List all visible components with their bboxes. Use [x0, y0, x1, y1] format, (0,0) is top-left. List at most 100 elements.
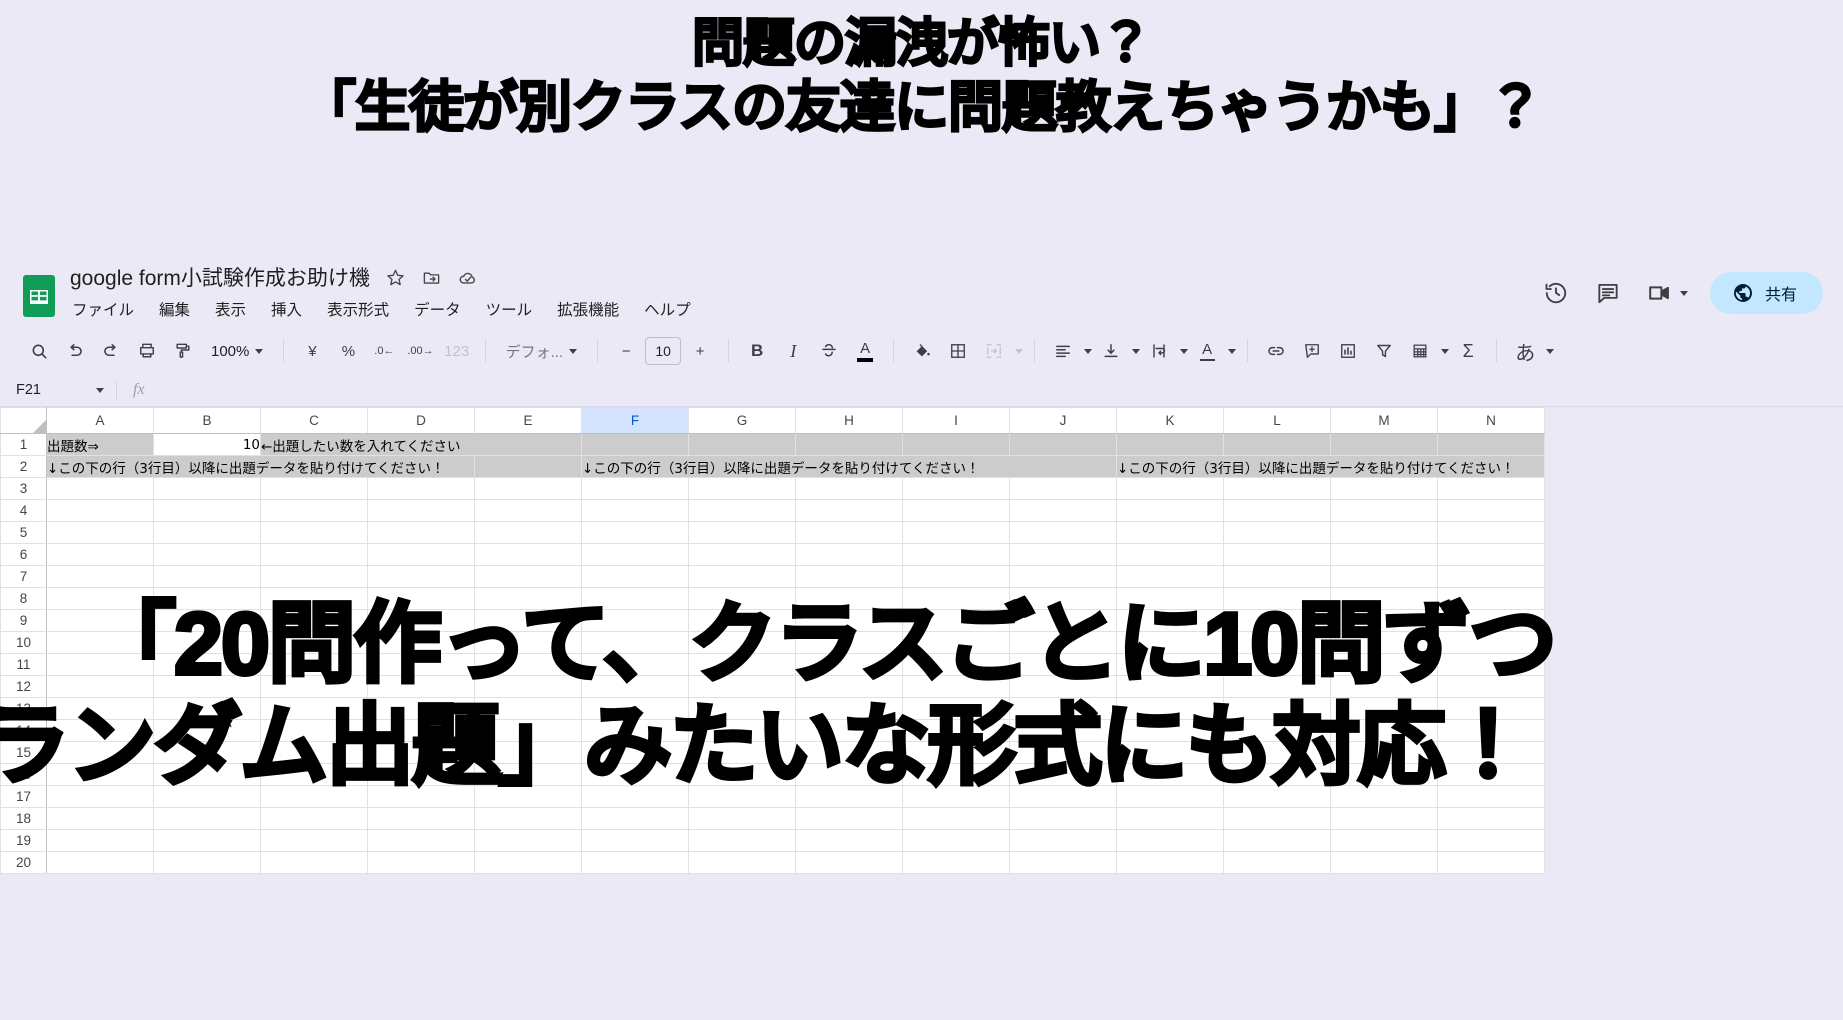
- cell-d15[interactable]: [367, 741, 475, 764]
- cell-n10[interactable]: [1437, 631, 1545, 654]
- cell-n16[interactable]: [1437, 763, 1545, 786]
- pivot-table-icon[interactable]: [1403, 334, 1437, 368]
- cell-e17[interactable]: [474, 785, 582, 808]
- cell-b8[interactable]: [153, 587, 261, 610]
- cell-e9[interactable]: [474, 609, 582, 632]
- redo-icon[interactable]: [94, 334, 128, 368]
- column-header-n[interactable]: N: [1437, 407, 1545, 434]
- column-header-l[interactable]: L: [1223, 407, 1331, 434]
- cell-k17[interactable]: [1116, 785, 1224, 808]
- menu-item-format[interactable]: 表示形式: [325, 297, 391, 321]
- cell-l13[interactable]: [1223, 697, 1331, 720]
- cell-k6[interactable]: [1116, 543, 1224, 566]
- text-color-button[interactable]: A: [848, 334, 882, 368]
- cell-n4[interactable]: [1437, 499, 1545, 522]
- menu-item-tools[interactable]: ツール: [484, 297, 535, 321]
- cell-e4[interactable]: [474, 499, 582, 522]
- comment-icon[interactable]: [1593, 278, 1623, 308]
- cell-j16[interactable]: [1009, 763, 1117, 786]
- cell-g5[interactable]: [688, 521, 796, 544]
- italic-button[interactable]: I: [776, 334, 810, 368]
- cell-c16[interactable]: [260, 763, 368, 786]
- cell-j4[interactable]: [1009, 499, 1117, 522]
- cell-h19[interactable]: [795, 829, 903, 852]
- meet-camera-icon[interactable]: [1645, 278, 1675, 308]
- cell-d14[interactable]: [367, 719, 475, 742]
- cell-l14[interactable]: [1223, 719, 1331, 742]
- zoom-select[interactable]: 100%: [202, 334, 272, 368]
- cell-k18[interactable]: [1116, 807, 1224, 830]
- cell-e19[interactable]: [474, 829, 582, 852]
- cell-k19[interactable]: [1116, 829, 1224, 852]
- cell-g12[interactable]: [688, 675, 796, 698]
- cell-n12[interactable]: [1437, 675, 1545, 698]
- cell-f16[interactable]: [581, 763, 689, 786]
- cell-n9[interactable]: [1437, 609, 1545, 632]
- cell-c3[interactable]: [260, 477, 368, 500]
- horizontal-align-icon[interactable]: [1046, 334, 1080, 368]
- cell-n7[interactable]: [1437, 565, 1545, 588]
- cell-a19[interactable]: [46, 829, 154, 852]
- cell-d9[interactable]: [367, 609, 475, 632]
- row-header-12[interactable]: 12: [0, 675, 47, 698]
- cell-n3[interactable]: [1437, 477, 1545, 500]
- cell-e10[interactable]: [474, 631, 582, 654]
- cell-f9[interactable]: [581, 609, 689, 632]
- cell-a14[interactable]: [46, 719, 154, 742]
- cell-f5[interactable]: [581, 521, 689, 544]
- cell-n6[interactable]: [1437, 543, 1545, 566]
- cell-n20[interactable]: [1437, 851, 1545, 874]
- cell-l8[interactable]: [1223, 587, 1331, 610]
- spreadsheet-grid[interactable]: A B C D E F G H I J K L M N 1 出題数⇒ 10 ←出…: [0, 407, 1843, 1003]
- cell-c14[interactable]: [260, 719, 368, 742]
- cell-a9[interactable]: [46, 609, 154, 632]
- cell-a6[interactable]: [46, 543, 154, 566]
- cell-j5[interactable]: [1009, 521, 1117, 544]
- cell-k11[interactable]: [1116, 653, 1224, 676]
- row-header-11[interactable]: 11: [0, 653, 47, 676]
- cell-c8[interactable]: [260, 587, 368, 610]
- cell-h3[interactable]: [795, 477, 903, 500]
- chevron-down-icon[interactable]: [1015, 348, 1024, 354]
- cell-j10[interactable]: [1009, 631, 1117, 654]
- cell-k8[interactable]: [1116, 587, 1224, 610]
- document-title[interactable]: google form小試験作成お助け機: [70, 262, 370, 292]
- cell-e15[interactable]: [474, 741, 582, 764]
- chevron-down-icon[interactable]: [1441, 348, 1450, 354]
- number-format-button[interactable]: 123: [440, 334, 474, 368]
- cell-k15[interactable]: [1116, 741, 1224, 764]
- cell-a13[interactable]: [46, 697, 154, 720]
- cell-g16[interactable]: [688, 763, 796, 786]
- cell-j11[interactable]: [1009, 653, 1117, 676]
- cell-g10[interactable]: [688, 631, 796, 654]
- cell-b1[interactable]: 10: [153, 433, 261, 456]
- cell-j8[interactable]: [1009, 587, 1117, 610]
- cell-i4[interactable]: [902, 499, 1010, 522]
- version-history-icon[interactable]: [1541, 278, 1571, 308]
- cell-h20[interactable]: [795, 851, 903, 874]
- cell-c19[interactable]: [260, 829, 368, 852]
- row-header-6[interactable]: 6: [0, 543, 47, 566]
- cell-n17[interactable]: [1437, 785, 1545, 808]
- cell-g11[interactable]: [688, 653, 796, 676]
- cell-d6[interactable]: [367, 543, 475, 566]
- cell-k2[interactable]: ↓この下の行（3行目）以降に出題データを貼り付けてください！: [1116, 455, 1545, 478]
- insert-link-icon[interactable]: [1259, 334, 1293, 368]
- cell-l3[interactable]: [1223, 477, 1331, 500]
- font-size-input[interactable]: 10: [645, 337, 682, 365]
- cell-l19[interactable]: [1223, 829, 1331, 852]
- cell-j19[interactable]: [1009, 829, 1117, 852]
- cell-d4[interactable]: [367, 499, 475, 522]
- cell-h11[interactable]: [795, 653, 903, 676]
- row-header-10[interactable]: 10: [0, 631, 47, 654]
- cell-c20[interactable]: [260, 851, 368, 874]
- column-header-e[interactable]: E: [474, 407, 582, 434]
- fill-color-icon[interactable]: [905, 334, 939, 368]
- cell-a16[interactable]: [46, 763, 154, 786]
- cell-d18[interactable]: [367, 807, 475, 830]
- chevron-down-icon[interactable]: [1132, 348, 1141, 354]
- cell-l5[interactable]: [1223, 521, 1331, 544]
- cell-b10[interactable]: [153, 631, 261, 654]
- cell-i11[interactable]: [902, 653, 1010, 676]
- cell-j7[interactable]: [1009, 565, 1117, 588]
